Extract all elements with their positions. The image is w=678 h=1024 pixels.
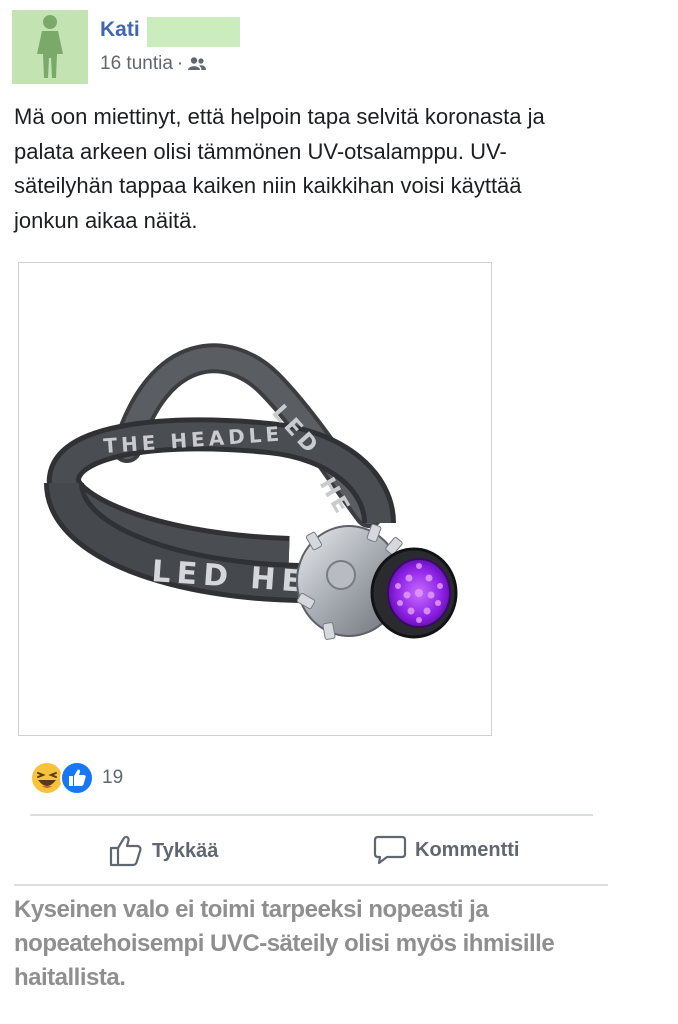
like-button[interactable]: Tykkää	[108, 834, 218, 868]
post-time[interactable]: 16 tuntia	[100, 53, 173, 75]
post-text: Mä oon miettinyt, että helpoin tapa selv…	[14, 104, 545, 233]
reaction-count: 19	[102, 767, 124, 788]
like-icon	[60, 761, 94, 795]
divider-bottom	[14, 884, 608, 886]
fact-check-caption: Kyseinen valo ei toimi tarpeeksi nopeast…	[14, 896, 555, 991]
friends-icon[interactable]	[187, 56, 207, 72]
post-meta: 16 tuntia ·	[100, 53, 207, 75]
meta-separator: ·	[176, 53, 184, 74]
comment-button-label: Kommentti	[415, 838, 520, 861]
author-name[interactable]: Kati	[100, 18, 140, 42]
like-button-label: Tykkää	[152, 839, 219, 862]
reaction-summary[interactable]: 19	[30, 761, 123, 795]
thumbs-up-icon	[109, 835, 142, 867]
name-redaction	[147, 17, 240, 47]
uv-headlamp-illustration: THE HEADLE LED HE LED HE	[44, 343, 458, 640]
divider-top	[30, 814, 593, 816]
person-silhouette-icon	[37, 15, 63, 78]
avatar[interactable]	[12, 10, 88, 84]
post-photo[interactable]: THE HEADLE LED HE LED HE	[18, 262, 492, 736]
comment-button[interactable]: Kommentti	[373, 834, 519, 866]
comment-bubble-icon	[373, 835, 407, 865]
haha-emoji-icon	[30, 761, 64, 795]
